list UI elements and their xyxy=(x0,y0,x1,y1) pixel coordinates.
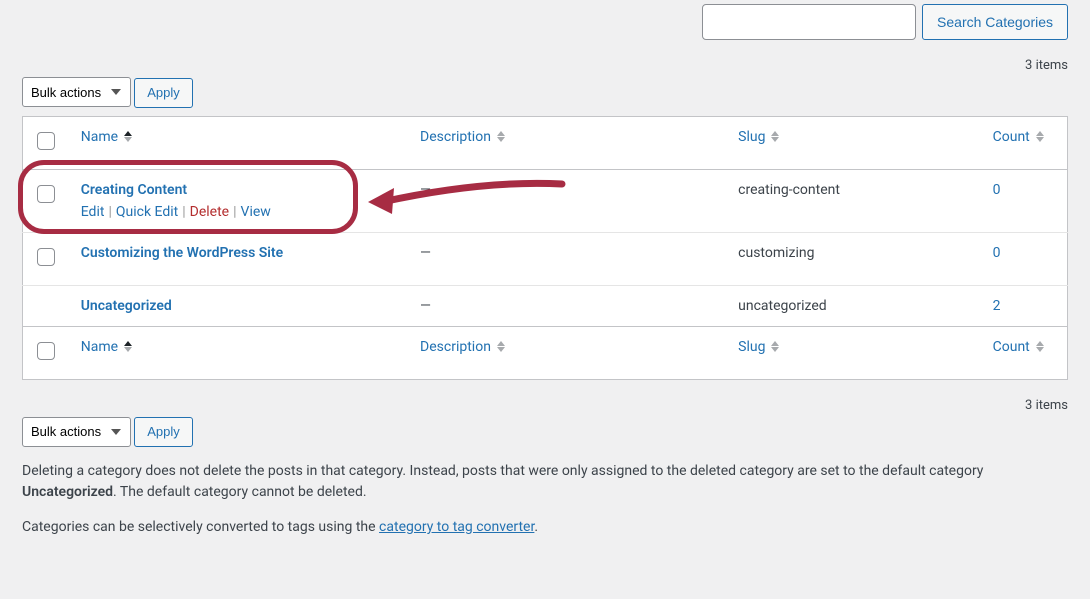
cell-slug: creating-content xyxy=(728,169,982,232)
sort-icon xyxy=(1036,131,1044,142)
cell-description: — xyxy=(410,232,728,285)
note-convert: Categories can be selectively converted … xyxy=(22,517,1068,538)
col-header-name[interactable]: Name xyxy=(81,129,132,145)
search-row: Search Categories xyxy=(22,0,1068,40)
row-checkbox[interactable] xyxy=(37,248,55,266)
row-checkbox[interactable] xyxy=(37,185,55,203)
cell-description: — xyxy=(410,285,728,326)
search-categories-button[interactable]: Search Categories xyxy=(922,4,1068,40)
table-row: Customizing the WordPress Site —customizi… xyxy=(23,232,1068,285)
cell-slug: customizing xyxy=(728,232,982,285)
col-header-slug-label: Slug xyxy=(738,129,765,145)
col-footer-name[interactable]: Name xyxy=(81,339,132,355)
search-input[interactable] xyxy=(702,4,916,40)
col-header-count[interactable]: Count xyxy=(993,129,1044,145)
categories-panel: Search Categories 3 items Bulk actions A… xyxy=(0,0,1090,562)
table-row: Creating Content Edit|Quick Edit|Delete|V… xyxy=(23,169,1068,232)
select-all-top[interactable] xyxy=(37,132,55,150)
col-footer-description[interactable]: Description xyxy=(420,339,505,355)
quick-edit-link[interactable]: Quick Edit xyxy=(116,204,178,220)
table-row: Uncategorized —uncategorized 2 xyxy=(23,285,1068,326)
category-title-link[interactable]: Customizing the WordPress Site xyxy=(81,245,283,261)
col-header-slug[interactable]: Slug xyxy=(738,129,779,145)
delete-link[interactable]: Delete xyxy=(190,204,229,220)
categories-table: Name Description Slug xyxy=(22,116,1068,380)
sort-icon xyxy=(497,131,505,142)
category-to-tag-converter-link[interactable]: category to tag converter xyxy=(379,519,534,535)
table-wrap: Name Description Slug xyxy=(22,116,1068,380)
category-title-link[interactable]: Creating Content xyxy=(81,182,187,198)
sort-icon xyxy=(771,341,779,352)
edit-link[interactable]: Edit xyxy=(81,204,105,220)
items-count-bottom: 3 items xyxy=(22,398,1068,413)
view-link[interactable]: View xyxy=(241,204,271,220)
count-link[interactable]: 2 xyxy=(993,298,1001,314)
tablenav-bottom: Bulk actions Apply xyxy=(22,417,1068,448)
count-link[interactable]: 0 xyxy=(993,182,1001,198)
col-header-description-label: Description xyxy=(420,129,491,145)
bulk-actions-select[interactable]: Bulk actions xyxy=(22,77,131,107)
cell-description: — xyxy=(410,169,728,232)
col-footer-slug[interactable]: Slug xyxy=(738,339,779,355)
select-all-bottom[interactable] xyxy=(37,342,55,360)
bulk-actions-group: Bulk actions Apply xyxy=(22,77,193,108)
items-count-label: 3 items xyxy=(1025,58,1068,73)
col-header-name-label: Name xyxy=(81,129,118,145)
count-link[interactable]: 0 xyxy=(993,245,1001,261)
col-header-count-label: Count xyxy=(993,129,1030,145)
col-header-description[interactable]: Description xyxy=(420,129,505,145)
sort-icon xyxy=(497,341,505,352)
bulk-actions-group-bottom: Bulk actions Apply xyxy=(22,417,193,448)
cell-slug: uncategorized xyxy=(728,285,982,326)
tablenav-top: Bulk actions Apply xyxy=(22,77,1068,108)
apply-button-bottom[interactable]: Apply xyxy=(134,417,193,447)
category-title-link[interactable]: Uncategorized xyxy=(81,298,172,314)
sort-icon xyxy=(771,131,779,142)
items-count-top: 3 items xyxy=(22,58,1068,73)
col-footer-count[interactable]: Count xyxy=(993,339,1044,355)
sort-icon xyxy=(1036,341,1044,352)
bulk-actions-select-bottom[interactable]: Bulk actions xyxy=(22,417,131,447)
note-delete: Deleting a category does not delete the … xyxy=(22,461,1068,503)
apply-button-top[interactable]: Apply xyxy=(134,78,193,108)
sort-icon xyxy=(124,341,132,352)
sort-icon xyxy=(124,131,132,142)
row-actions: Edit|Quick Edit|Delete|View xyxy=(81,204,400,220)
